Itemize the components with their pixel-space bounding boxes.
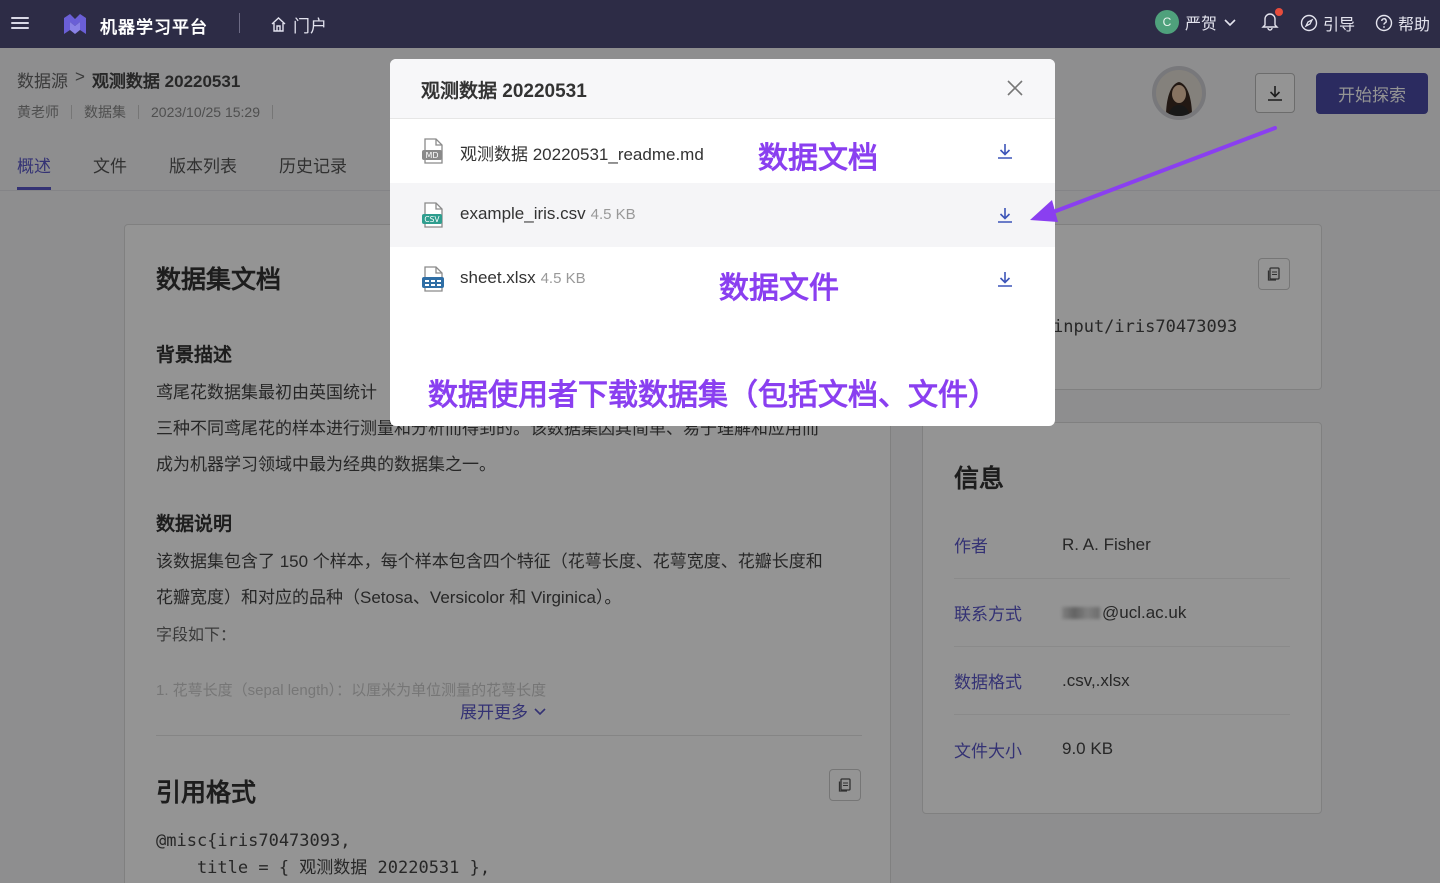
guide-link[interactable]: 引导 <box>1300 11 1355 35</box>
user-name: 严贺 <box>1185 16 1218 33</box>
compass-icon <box>1300 14 1318 32</box>
xlsx-file-icon <box>422 266 444 292</box>
file-name-text: example_iris.csv <box>460 204 586 223</box>
file-row-csv[interactable]: CSV example_iris.csv 4.5 KB <box>390 183 1055 247</box>
help-link[interactable]: 帮助 <box>1375 11 1430 35</box>
help-circle-icon <box>1375 14 1393 32</box>
file-name-text: 观测数据 20220531_readme.md <box>460 145 704 164</box>
top-nav-bar: 机器学习平台 门户 C 严贺 引导 帮助 <box>0 0 1440 48</box>
svg-text:CSV: CSV <box>424 215 440 224</box>
svg-text:MD: MD <box>425 151 438 160</box>
topbar-divider <box>239 13 240 33</box>
download-icon[interactable] <box>995 205 1015 225</box>
close-icon[interactable] <box>1005 78 1025 98</box>
notification-dot <box>1275 8 1283 16</box>
annotation-file-label: 数据文件 <box>719 271 839 306</box>
user-initial-avatar: C <box>1155 10 1179 34</box>
annotation-doc-label: 数据文档 <box>758 141 878 176</box>
download-modal: 观测数据 20220531 MD 观测数据 20220531_readme.md… <box>390 59 1055 426</box>
file-size: 4.5 KB <box>590 206 636 223</box>
csv-file-icon: CSV <box>422 202 443 228</box>
download-icon[interactable] <box>995 269 1015 289</box>
platform-logo <box>64 14 86 34</box>
portal-label: 门户 <box>293 17 327 36</box>
file-size: 4.5 KB <box>540 270 586 287</box>
platform-name: 机器学习平台 <box>100 18 208 37</box>
file-name: example_iris.csv 4.5 KB <box>460 204 636 224</box>
guide-label: 引导 <box>1323 17 1356 34</box>
annotation-caption: 数据使用者下载数据集（包括文档、文件） <box>428 378 998 413</box>
file-name-text: sheet.xlsx <box>460 268 536 287</box>
file-name: sheet.xlsx 4.5 KB <box>460 268 586 288</box>
file-row-readme[interactable]: MD 观测数据 20220531_readme.md <box>390 119 1055 183</box>
md-file-icon: MD <box>422 138 443 164</box>
help-label: 帮助 <box>1398 17 1431 34</box>
modal-title: 观测数据 20220531 <box>421 81 587 102</box>
portal-link[interactable]: 门户 <box>270 12 327 37</box>
modal-header: 观测数据 20220531 <box>390 59 1055 119</box>
download-icon[interactable] <box>995 141 1015 161</box>
chevron-down-icon <box>1224 19 1236 27</box>
hamburger-menu-icon[interactable] <box>10 14 30 34</box>
user-menu[interactable]: C 严贺 <box>1155 10 1237 34</box>
file-name: 观测数据 20220531_readme.md <box>460 140 704 165</box>
notification-button[interactable] <box>1261 8 1283 36</box>
home-icon <box>271 17 286 32</box>
